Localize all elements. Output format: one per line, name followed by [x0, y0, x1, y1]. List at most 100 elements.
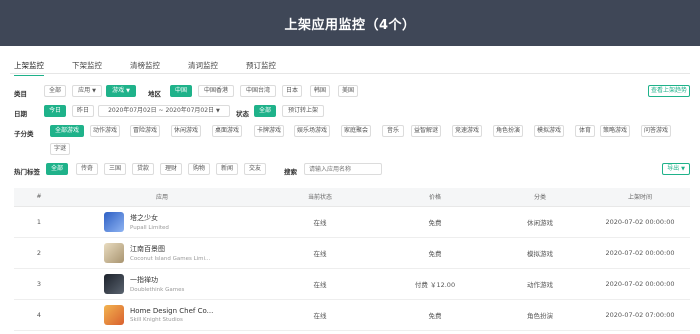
col-app: 应用 — [64, 188, 260, 207]
date-range-value: 2020年07月02日 ~ 2020年07月02日 — [108, 107, 215, 114]
export-button[interactable]: 导出 ▼ — [662, 163, 690, 175]
scholar-icon[interactable] — [104, 242, 124, 263]
kungfu-icon[interactable] — [104, 273, 124, 294]
category-filter-row: 类目 全部 应用 ▼ 游戏 ▼ 地区 中国 中国香港 中国台湾 日本 韩国 美国 查… — [14, 85, 690, 99]
tab-listing-monitor[interactable]: 上架监控 — [14, 60, 44, 76]
app-price: 免费 — [380, 237, 490, 269]
tag-shopping[interactable]: 购物 — [188, 163, 210, 175]
subcategory-casino[interactable]: 娱乐场游戏 — [294, 125, 330, 137]
subcategory-word[interactable]: 字谜 — [50, 143, 70, 155]
app-name[interactable]: 一指禅功 — [130, 275, 184, 285]
subcategory-casual[interactable]: 休闲游戏 — [171, 125, 201, 137]
region-usa[interactable]: 美国 — [338, 85, 358, 97]
subcategory-racing[interactable]: 竞速游戏 — [452, 125, 482, 137]
tab-preorder-monitor[interactable]: 预订监控 — [246, 60, 276, 71]
app-developer: Pupall Limited — [130, 224, 169, 231]
subcategory-sports[interactable]: 体育 — [575, 125, 595, 137]
date-label: 日期 — [14, 110, 27, 118]
chevron-down-icon: ▼ — [216, 108, 220, 114]
app-status: 在线 — [260, 299, 380, 331]
app-price: 免费 — [380, 206, 490, 238]
col-listing-time: 上架时间 — [590, 188, 690, 207]
app-developer: Doublethink Games — [130, 286, 185, 293]
category-label: 类目 — [14, 90, 27, 98]
subcategory-rpg[interactable]: 角色扮演 — [493, 125, 523, 137]
subcategory-puzzle[interactable]: 益智解谜 — [411, 125, 441, 137]
chevron-down-icon: ▼ — [681, 166, 685, 172]
subcategory-family[interactable]: 家庭聚会 — [341, 125, 371, 137]
tag-three-kingdoms[interactable]: 三国 — [104, 163, 126, 175]
region-taiwan[interactable]: 中国台湾 — [240, 85, 276, 97]
subcategory-all-games[interactable]: 全部游戏 — [50, 125, 84, 137]
date-range-picker[interactable]: 2020年07月02日 ~ 2020年07月02日 ▼ — [98, 105, 230, 117]
tab-delisting-monitor[interactable]: 下架监控 — [72, 60, 102, 71]
table-header-row: # 应用 当前状态 价格 分类 上架时间 — [14, 188, 690, 207]
subcategory-trivia[interactable]: 问答游戏 — [641, 125, 671, 137]
app-price: 付费 ￥12.00 — [380, 268, 490, 300]
app-name[interactable]: 江南百景图 — [130, 244, 210, 254]
date-yesterday[interactable]: 昨日 — [72, 105, 94, 117]
app-cell: 一指禅功 Doublethink Games — [64, 268, 260, 300]
status-label: 状态 — [236, 110, 249, 118]
region-label: 地区 — [148, 90, 161, 98]
col-category: 分类 — [490, 188, 590, 207]
subcategory-action[interactable]: 动作游戏 — [90, 125, 120, 137]
chevron-down-icon: ▼ — [92, 88, 96, 94]
app-developer: Coconut Island Games Limi... — [130, 255, 211, 262]
tags-filter-row: 热门标签 全部 传奇 三国 贷款 理财 购物 新闻 交友 搜索 导出▼ — [14, 163, 690, 177]
app-name[interactable]: Home Design Chef Co... — [130, 307, 213, 315]
app-category: 动作游戏 — [490, 268, 590, 300]
region-china[interactable]: 中国 — [170, 85, 192, 97]
app-category: 角色扮演 — [490, 299, 590, 331]
subcategory-simulation[interactable]: 模拟游戏 — [534, 125, 564, 137]
tag-news[interactable]: 新闻 — [216, 163, 238, 175]
app-status: 在线 — [260, 206, 380, 238]
table-row[interactable]: 1 塔之少女 Pupall Limited 在线 免费 休闲游戏 2020-07-… — [14, 206, 690, 238]
region-korea[interactable]: 韩国 — [310, 85, 330, 97]
hot-tags-label: 热门标签 — [14, 168, 40, 176]
subcategory-card[interactable]: 卡牌游戏 — [254, 125, 284, 137]
app-price: 免费 — [380, 299, 490, 331]
region-japan[interactable]: 日本 — [282, 85, 302, 97]
tag-legend[interactable]: 传奇 — [76, 163, 98, 175]
view-trend-button[interactable]: 查看上架趋势 — [648, 85, 690, 97]
search-label: 搜索 — [284, 168, 297, 176]
app-category: 模拟游戏 — [490, 237, 590, 269]
table-row[interactable]: 4 Home Design Chef Co... Skill Knight Stu… — [14, 299, 690, 331]
subcategory-music[interactable]: 音乐 — [382, 125, 404, 137]
app-cell: Home Design Chef Co... Skill Knight Studi… — [64, 299, 260, 331]
date-today[interactable]: 今日 — [44, 105, 66, 117]
results-table: # 应用 当前状态 价格 分类 上架时间 1 塔之少女 Pupall Limite… — [14, 188, 690, 331]
tab-keyword-clear-monitor[interactable]: 清词监控 — [188, 60, 218, 71]
region-hongkong[interactable]: 中国香港 — [198, 85, 234, 97]
status-all[interactable]: 全部 — [254, 105, 276, 117]
status-preorder-to-listed[interactable]: 预订转上架 — [282, 105, 324, 117]
row-index: 1 — [14, 206, 64, 238]
subcategory-adventure[interactable]: 冒险游戏 — [130, 125, 160, 137]
subcategory-strategy[interactable]: 策略游戏 — [600, 125, 630, 137]
tag-social[interactable]: 交友 — [244, 163, 266, 175]
search-input[interactable] — [304, 163, 382, 175]
subcategory-filter-row: 子分类 全部游戏 动作游戏 冒险游戏 休闲游戏 桌面游戏 卡牌游戏 娱乐场游戏 … — [14, 125, 690, 155]
category-app-dropdown[interactable]: 应用 ▼ — [72, 85, 102, 97]
category-game-dropdown[interactable]: 游戏 ▼ — [106, 85, 136, 97]
subcategory-board[interactable]: 桌面游戏 — [212, 125, 242, 137]
app-listing-time: 2020-07-02 00:00:00 — [590, 206, 690, 238]
table-row[interactable]: 3 一指禅功 Doublethink Games 在线 付费 ￥12.00 动作游… — [14, 268, 690, 300]
app-name[interactable]: 塔之少女 — [130, 213, 169, 223]
tag-loan[interactable]: 贷款 — [132, 163, 154, 175]
row-index: 3 — [14, 268, 64, 300]
category-all[interactable]: 全部 — [44, 85, 66, 97]
category-game-label: 游戏 — [112, 87, 125, 94]
subcategory-label: 子分类 — [14, 130, 34, 138]
anime-girl-icon[interactable] — [104, 211, 124, 232]
table-row[interactable]: 2 江南百景图 Coconut Island Games Limi... 在线 免… — [14, 237, 690, 269]
page-title: 上架应用监控（4个） — [284, 18, 416, 33]
row-index: 4 — [14, 299, 64, 331]
app-cell: 塔之少女 Pupall Limited — [64, 206, 260, 238]
tag-all[interactable]: 全部 — [46, 163, 68, 175]
tab-chart-clear-monitor[interactable]: 清榜监控 — [130, 60, 160, 71]
tag-finance[interactable]: 理财 — [160, 163, 182, 175]
date-filter-row: 日期 今日 昨日 2020年07月02日 ~ 2020年07月02日 ▼ 状态 全… — [14, 105, 690, 119]
chef-icon[interactable] — [104, 304, 124, 325]
